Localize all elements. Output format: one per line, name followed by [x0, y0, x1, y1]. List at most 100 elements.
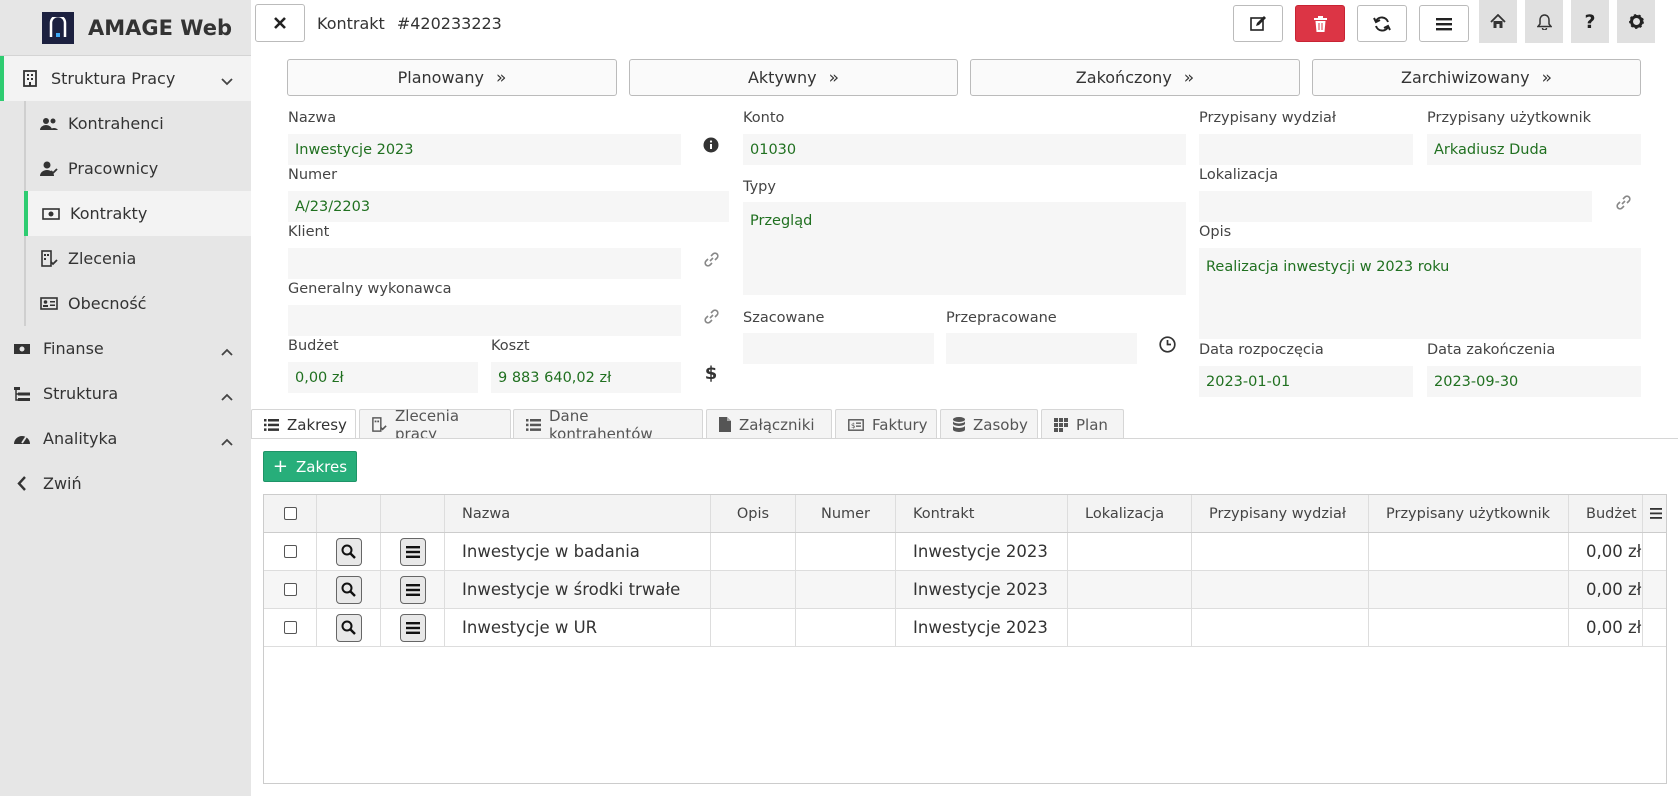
sidebar-item-pracownicy[interactable]: Pracownicy — [26, 146, 251, 191]
tab-faktury[interactable]: $ Faktury — [835, 409, 937, 439]
column-header-nazwa[interactable]: Nazwa — [445, 495, 711, 532]
przepracowane-field[interactable] — [946, 333, 1137, 364]
nazwa-label: Nazwa — [288, 110, 337, 126]
row-menu-button[interactable] — [399, 613, 426, 642]
column-header-opis[interactable]: Opis — [711, 495, 796, 532]
cell-opis — [711, 571, 796, 608]
brand[interactable]: AMAGE Web — [0, 0, 251, 56]
uzytkownik-field[interactable]: Arkadiusz Duda — [1427, 134, 1641, 165]
home-icon — [1490, 14, 1506, 28]
delete-button[interactable] — [1295, 5, 1345, 42]
tab-plan[interactable]: Plan — [1041, 409, 1124, 439]
column-header-numer[interactable]: Numer — [796, 495, 896, 532]
konto-field[interactable]: 01030 — [743, 134, 1186, 165]
sidebar-item-label: Kontrakty — [70, 204, 148, 223]
double-chevron-right-icon: » — [495, 67, 507, 88]
close-button[interactable] — [255, 4, 305, 42]
status-step-zakonczony[interactable]: Zakończony » — [970, 59, 1300, 96]
close-icon — [274, 17, 286, 29]
table-row[interactable]: Inwestycje w UR Inwestycje 2023 0,00 zł — [264, 609, 1666, 647]
row-select-cell — [264, 533, 317, 570]
cell-budzet: 0,00 zł — [1569, 609, 1643, 646]
hamburger-icon — [1649, 508, 1662, 519]
column-header-kontrakt[interactable]: Kontrakt — [896, 495, 1068, 532]
edit-button[interactable] — [1233, 5, 1283, 42]
data-end-field[interactable]: 2023-09-30 — [1427, 366, 1641, 397]
tab-dane-kontrahentow[interactable]: Dane kontrahentów — [513, 407, 703, 443]
link-icon[interactable] — [1614, 193, 1632, 211]
hamburger-icon — [405, 621, 420, 634]
typy-field[interactable]: Przegląd — [743, 202, 1186, 295]
wykonawca-field[interactable] — [288, 305, 681, 336]
sidebar-item-label: Kontrahenci — [68, 114, 164, 133]
sidebar-group-label: Struktura — [43, 384, 119, 403]
view-row-button[interactable] — [335, 575, 362, 604]
data-start-field[interactable]: 2023-01-01 — [1199, 366, 1413, 397]
info-icon[interactable] — [702, 136, 720, 154]
cell-kontrakt: Inwestycje 2023 — [896, 533, 1068, 570]
sidebar-item-kontrakty[interactable]: Kontrakty — [24, 191, 251, 236]
lokalizacja-field[interactable] — [1199, 191, 1592, 222]
sidebar-group-analityka[interactable]: Analityka — [0, 416, 251, 461]
dollar-icon[interactable]: $ — [702, 363, 720, 384]
link-icon[interactable] — [702, 307, 720, 325]
szacowane-field[interactable] — [743, 333, 934, 364]
home-button[interactable] — [1479, 0, 1517, 43]
row-checkbox[interactable] — [283, 583, 297, 596]
row-checkbox[interactable] — [283, 621, 297, 634]
szacowane-label: Szacowane — [743, 310, 825, 326]
row-menu-button[interactable] — [399, 575, 426, 604]
table-row[interactable]: Inwestycje w badania Inwestycje 2023 0,0… — [264, 533, 1666, 571]
row-view-cell — [317, 533, 381, 570]
sidebar-collapse-button[interactable]: Zwiń — [0, 461, 251, 506]
tab-zlecenia-pracy[interactable]: Zlecenia pracy — [359, 407, 511, 443]
sidebar-item-kontrahenci[interactable]: Kontrahenci — [26, 101, 251, 146]
wydzial-field[interactable] — [1199, 134, 1413, 165]
chevron-up-icon — [221, 386, 233, 405]
view-row-button[interactable] — [335, 537, 362, 566]
column-header-wydzial[interactable]: Przypisany wydział — [1192, 495, 1369, 532]
help-button[interactable]: ? — [1571, 0, 1609, 43]
status-step-label: Zakończony — [1075, 68, 1172, 87]
sidebar-item-zlecenia[interactable]: Zlecenia — [26, 236, 251, 281]
cell-uzytkownik — [1369, 571, 1569, 608]
add-zakres-button[interactable]: + Zakres — [263, 451, 357, 482]
sidebar-group-struktura[interactable]: Struktura — [0, 371, 251, 416]
column-header-lokalizacja[interactable]: Lokalizacja — [1068, 495, 1192, 532]
sidebar-group-finanse[interactable]: Finanse — [0, 326, 251, 371]
refresh-button[interactable] — [1357, 5, 1407, 42]
row-menu-button[interactable] — [399, 537, 426, 566]
tab-zasoby[interactable]: Zasoby — [940, 409, 1038, 439]
clock-icon[interactable] — [1158, 335, 1176, 353]
nazwa-field[interactable]: Inwestycje 2023 — [288, 134, 681, 165]
tab-label: Plan — [1076, 415, 1108, 434]
cell-numer — [796, 609, 896, 646]
status-step-aktywny[interactable]: Aktywny » — [629, 59, 958, 96]
select-all-checkbox[interactable] — [283, 507, 297, 520]
link-icon[interactable] — [702, 250, 720, 268]
table-row[interactable]: Inwestycje w środki trwałe Inwestycje 20… — [264, 571, 1666, 609]
hamburger-icon — [405, 583, 420, 596]
sidebar-group-struktura-pracy[interactable]: Struktura Pracy — [0, 56, 251, 101]
klient-field[interactable] — [288, 248, 681, 279]
budzet-field[interactable]: 0,00 zł — [288, 362, 478, 393]
menu-button[interactable] — [1419, 5, 1469, 42]
status-step-zarchiwizowany[interactable]: Zarchiwizowany » — [1312, 59, 1641, 96]
notifications-button[interactable] — [1525, 0, 1563, 43]
row-checkbox[interactable] — [283, 545, 297, 558]
column-header-uzytkownik[interactable]: Przypisany użytkownik — [1369, 495, 1569, 532]
cell-uzytkownik — [1369, 609, 1569, 646]
koszt-field[interactable]: 9 883 640,02 zł — [491, 362, 681, 393]
numer-field[interactable]: A/23/2203 — [288, 191, 729, 222]
column-menu-button[interactable] — [1643, 495, 1666, 532]
tab-zalaczniki[interactable]: Załączniki — [706, 409, 832, 439]
users-icon — [40, 115, 58, 133]
view-row-button[interactable] — [335, 613, 362, 642]
status-step-planowany[interactable]: Planowany » — [287, 59, 617, 96]
search-icon — [341, 582, 356, 597]
opis-field[interactable]: Realizacja inwestycji w 2023 roku — [1199, 248, 1641, 339]
column-header-budzet[interactable]: Budżet — [1569, 495, 1643, 532]
tab-zakresy[interactable]: Zakresy — [251, 409, 356, 440]
settings-button[interactable] — [1617, 0, 1655, 43]
sidebar-item-obecnosc[interactable]: Obecność — [26, 281, 251, 326]
